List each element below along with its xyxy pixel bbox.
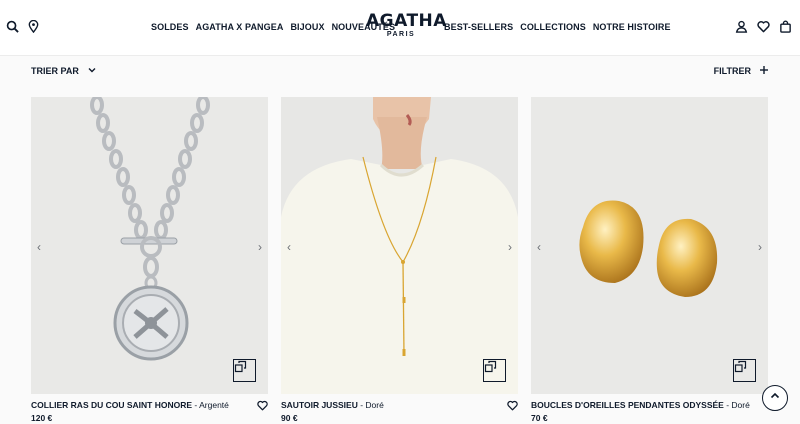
product-caption: BOUCLES D'OREILLES PENDANTES ODYSSÉE - D… [531, 400, 768, 410]
product-price: 90 € [281, 413, 298, 423]
listing-toolbar: TRIER PAR FILTRER [0, 56, 800, 96]
header-left-icons [6, 19, 40, 33]
sort-label: TRIER PAR [31, 66, 79, 76]
add-to-wishlist-heart-icon[interactable] [507, 400, 518, 413]
logo-wordmark: AGATHA [366, 11, 447, 31]
sort-dropdown[interactable]: TRIER PAR [31, 65, 97, 77]
search-icon[interactable] [6, 19, 19, 33]
product-price: 120 € [31, 413, 53, 423]
product-image[interactable]: ‹ › [531, 97, 768, 394]
silver-coin-necklace-image [31, 97, 268, 394]
nav-soldes[interactable]: SOLDES [151, 22, 189, 32]
product-name[interactable]: SAUTOIR JUSSIEU [281, 400, 358, 410]
nav-notre-histoire[interactable]: NOTRE HISTOIRE [593, 22, 671, 32]
product-name[interactable]: BOUCLES D'OREILLES PENDANTES ODYSSÉE [531, 400, 724, 410]
header-right-icons [735, 19, 792, 33]
site-header: SOLDES AGATHA X PANGEA BIJOUX NOUVEAUTÉS… [0, 0, 800, 56]
chevron-left-icon[interactable]: ‹ [537, 240, 541, 254]
product-card[interactable]: ‹ › COLLIER RAS DU COU SAINT HONORE - Ar… [31, 97, 268, 424]
plus-icon [759, 65, 769, 77]
chevron-up-icon [769, 389, 781, 407]
main-nav-left: SOLDES AGATHA X PANGEA BIJOUX NOUVEAUTÉS [151, 22, 395, 32]
product-caption: SAUTOIR JUSSIEU - Doré [281, 400, 518, 413]
product-variant: - Argenté [192, 400, 229, 410]
chevron-right-icon[interactable]: › [758, 240, 762, 254]
account-icon[interactable] [735, 19, 748, 33]
chevron-left-icon[interactable]: ‹ [37, 240, 41, 254]
virtual-try-on-button[interactable] [733, 359, 756, 382]
nav-collections[interactable]: COLLECTIONS [520, 22, 586, 32]
filter-button[interactable]: FILTRER [714, 65, 769, 77]
product-image[interactable]: ‹ › [281, 97, 518, 394]
product-variant: - Doré [357, 400, 384, 410]
virtual-try-on-button[interactable] [483, 359, 506, 382]
scroll-to-top-button[interactable] [762, 385, 788, 411]
virtual-try-on-button[interactable] [233, 359, 256, 382]
chevron-down-icon [87, 65, 97, 77]
chevron-left-icon[interactable]: ‹ [287, 240, 291, 254]
product-card[interactable]: ‹ › BOUCLES D'OREILLES PENDANTES ODYSSÉE… [531, 97, 768, 424]
product-image[interactable]: ‹ › [31, 97, 268, 394]
main-nav-right: BEST-SELLERS COLLECTIONS NOTRE HISTOIRE [444, 22, 671, 32]
product-name[interactable]: COLLIER RAS DU COU SAINT HONORE [31, 400, 192, 410]
chevron-right-icon[interactable]: › [508, 240, 512, 254]
nav-bijoux[interactable]: BIJOUX [290, 22, 324, 32]
bag-icon[interactable] [779, 19, 792, 33]
product-price: 70 € [531, 413, 548, 423]
add-to-wishlist-heart-icon[interactable] [257, 400, 268, 413]
location-pin-icon[interactable] [27, 19, 40, 33]
brand-logo[interactable]: AGATHA PARIS [366, 11, 447, 38]
gold-earrings-image [531, 97, 768, 394]
nav-agatha-x-pangea[interactable]: AGATHA X PANGEA [196, 22, 284, 32]
product-caption: COLLIER RAS DU COU SAINT HONORE - Argent… [31, 400, 268, 413]
chevron-right-icon[interactable]: › [258, 240, 262, 254]
filter-label: FILTRER [713, 66, 751, 76]
product-card[interactable]: ‹ › SAUTOIR JUSSIEU - Doré 90 € [281, 97, 518, 424]
product-variant: - Doré [723, 400, 750, 410]
logo-subtitle: PARIS [386, 31, 416, 38]
wishlist-heart-icon[interactable] [757, 19, 770, 33]
model-gold-necklace-image [281, 97, 518, 394]
nav-best-sellers[interactable]: BEST-SELLERS [444, 22, 513, 32]
